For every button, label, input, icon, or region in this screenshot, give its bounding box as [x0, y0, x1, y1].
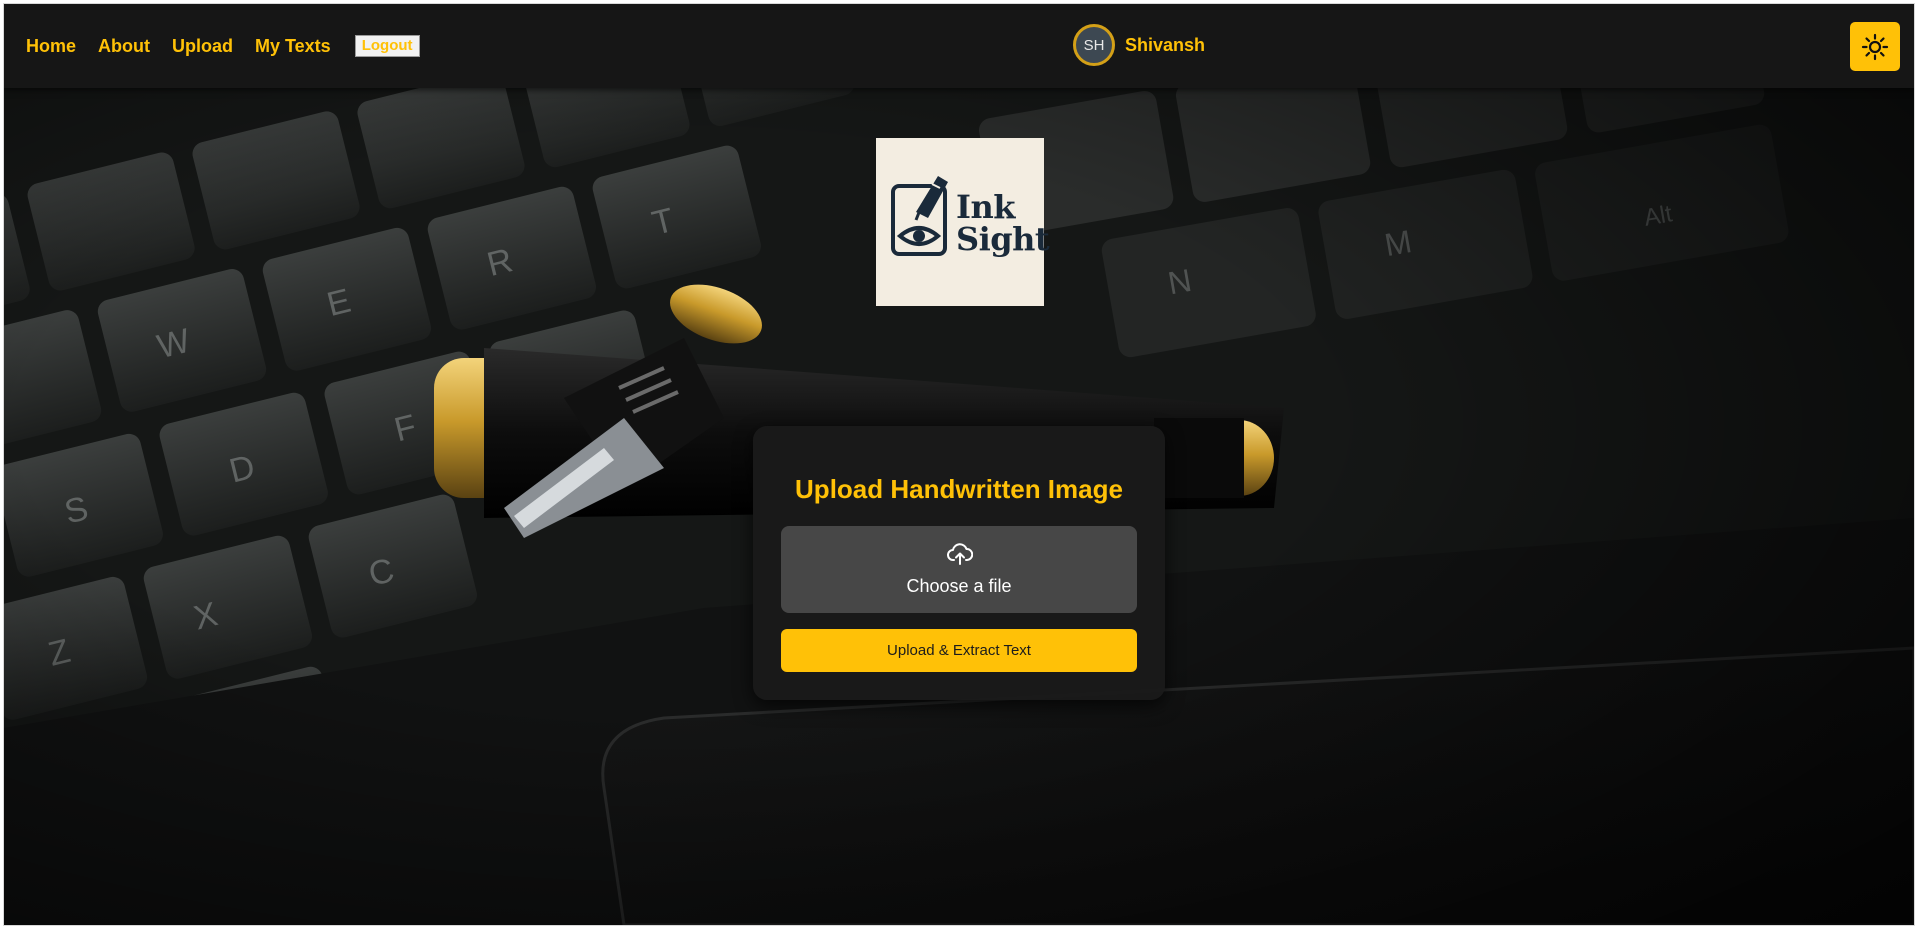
ink-sight-logo: Ink Sight — [876, 138, 1050, 306]
nav-link-my-texts[interactable]: My Texts — [255, 36, 331, 57]
upload-extract-button[interactable]: Upload & Extract Text — [781, 629, 1137, 672]
upload-card: Upload Handwritten Image Choose a file U… — [753, 426, 1165, 700]
logo-text-sight: Sight — [956, 220, 1050, 258]
file-chooser-label: Choose a file — [906, 576, 1012, 596]
file-chooser[interactable]: Choose a file — [781, 526, 1137, 613]
cloud-upload-icon — [947, 543, 973, 565]
upload-title: Upload Handwritten Image — [795, 474, 1123, 504]
nav-link-upload[interactable]: Upload — [172, 36, 233, 57]
nav-links: Home About Upload My Texts Logout — [26, 4, 420, 88]
theme-toggle-button[interactable] — [1850, 22, 1900, 71]
sun-icon — [1861, 33, 1889, 60]
username: Shivansh — [1125, 34, 1206, 55]
avatar[interactable]: SH — [1073, 24, 1115, 66]
logo-text-ink: Ink — [956, 188, 1015, 226]
logout-button[interactable]: Logout — [354, 35, 420, 57]
navbar: Home About Upload My Texts Logout SH Shi… — [4, 4, 1914, 88]
nav-link-home[interactable]: Home — [26, 36, 76, 57]
app-window: W E R T S D F G X Z C Alt — [4, 4, 1914, 925]
nav-link-about[interactable]: About — [98, 36, 150, 57]
user-profile[interactable]: SH Shivansh — [1073, 24, 1206, 66]
